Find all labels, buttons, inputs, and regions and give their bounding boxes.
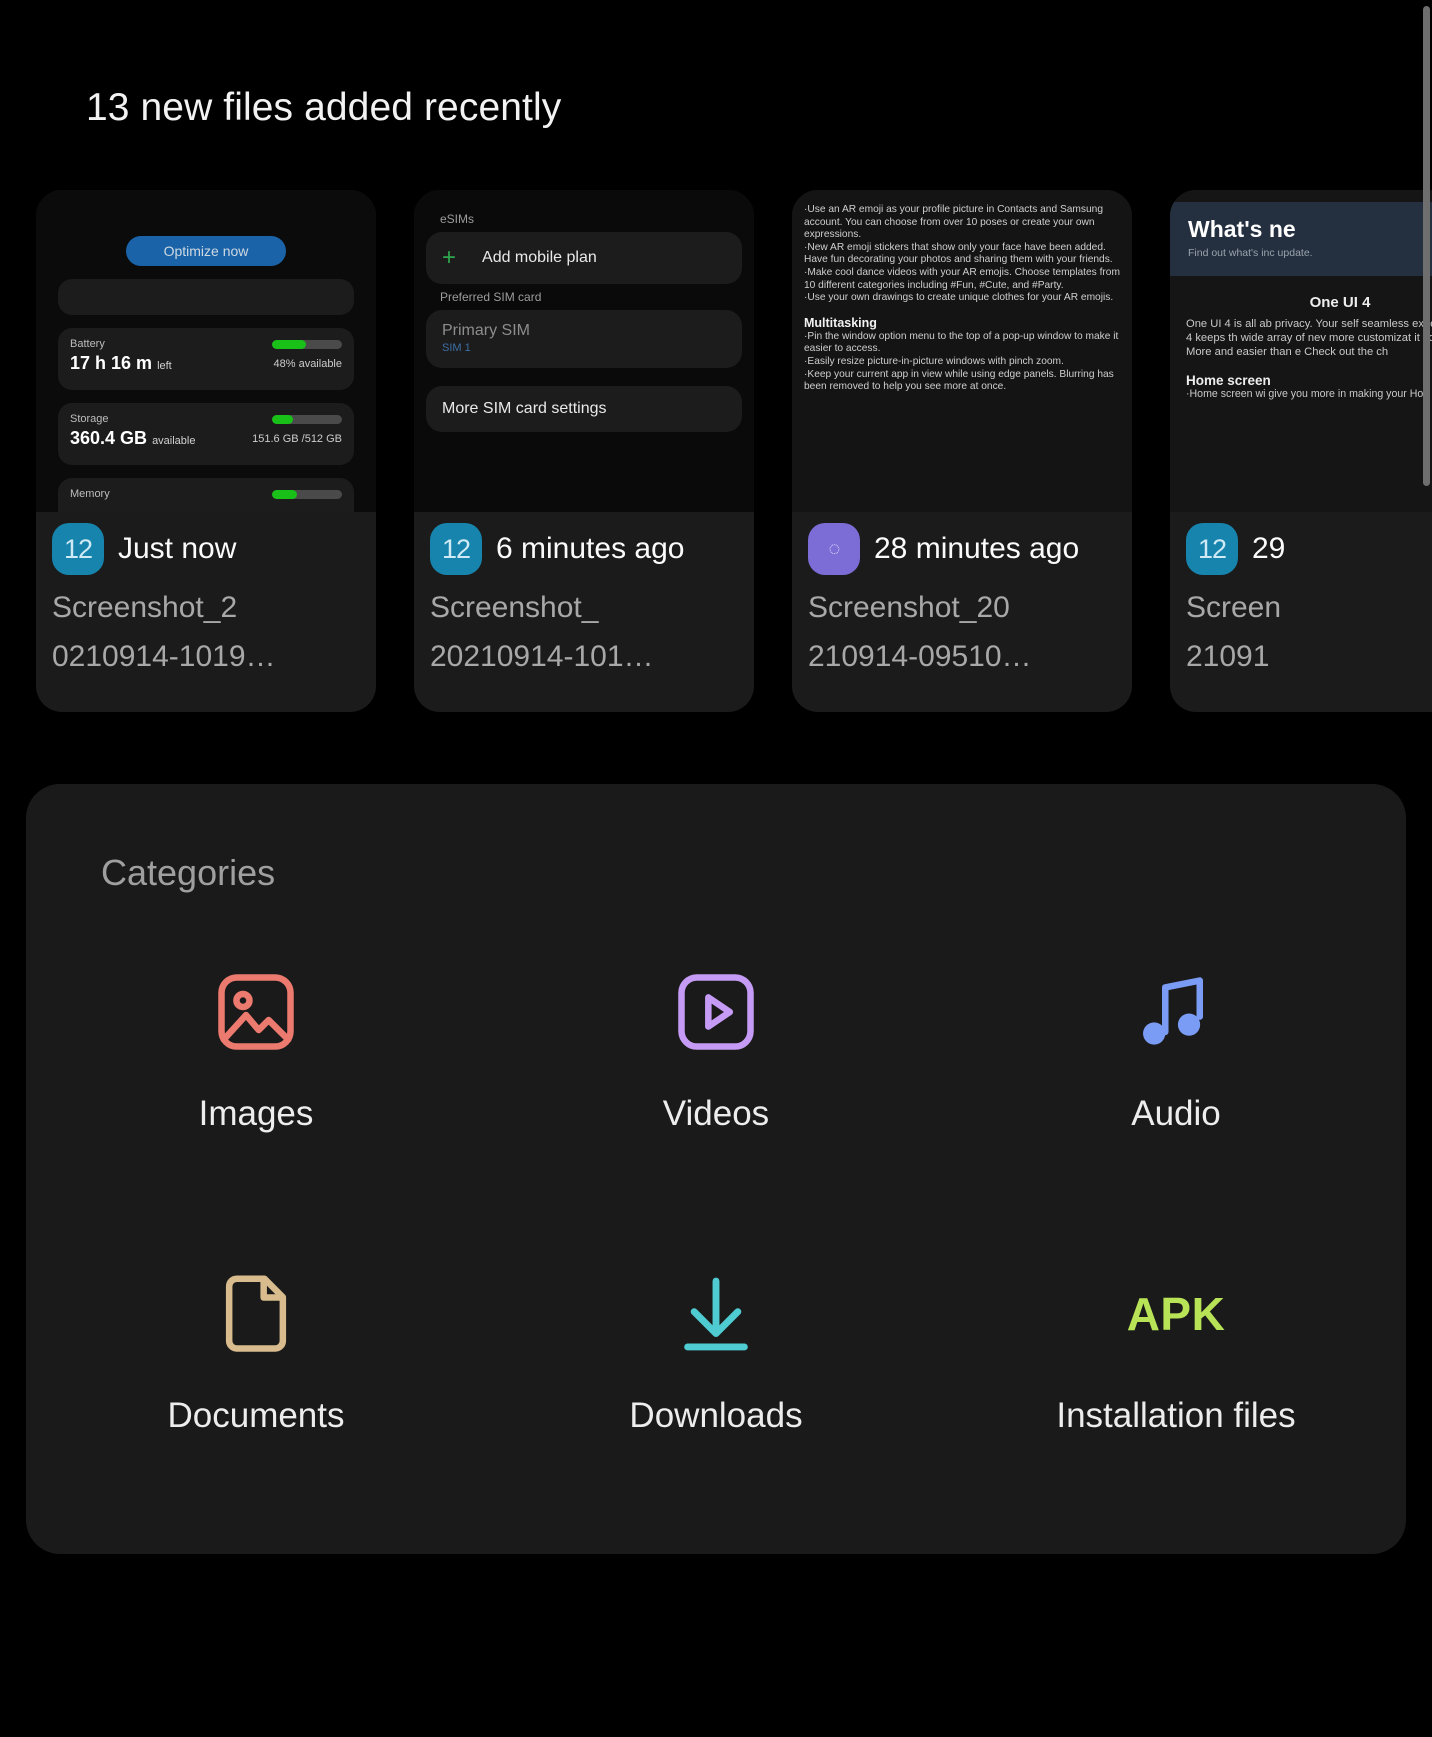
file-timestamp: 28 minutes ago — [874, 532, 1080, 565]
oneui12-app-icon: 12 — [52, 523, 104, 575]
category-label: Installation files — [1056, 1396, 1296, 1435]
whats-new-banner: What's ne Find out what's inc update. — [1170, 202, 1432, 276]
category-label: Videos — [662, 1094, 770, 1133]
primary-sim-row: Primary SIM SIM 1 — [426, 310, 742, 368]
primary-sim-value: SIM 1 — [442, 342, 471, 354]
file-name-line2: 0210914-1019… — [52, 640, 276, 673]
release-note-paragraph: ·Use your own drawings to create unique … — [804, 292, 1114, 304]
release-note-paragraph: ·Use an AR emoji as your profile picture… — [804, 204, 1103, 241]
oneui12-app-icon: 12 — [1186, 523, 1238, 575]
optimize-now-button: Optimize now — [126, 236, 286, 266]
device-care-row-memory: Memory — [58, 478, 354, 512]
category-item-downloads[interactable]: Downloads — [486, 1266, 946, 1436]
device-care-row-top — [58, 279, 354, 315]
multitasking-heading: Multitasking — [804, 315, 877, 330]
battery-bar — [272, 340, 342, 349]
device-care-row-storage: Storage 360.4 GB available 151.6 GB /512… — [58, 403, 354, 465]
recent-file-card[interactable]: What's ne Find out what's inc update. On… — [1170, 190, 1432, 712]
one-ui-4-body: One UI 4 is all ab privacy. Your self se… — [1186, 318, 1432, 358]
category-label: Documents — [167, 1396, 345, 1435]
recent-files-carousel[interactable]: Optimize now Battery 17 h 16 m left 48% … — [0, 190, 1432, 715]
storage-value: 360.4 GB — [70, 428, 148, 448]
file-timestamp: 29 — [1252, 532, 1286, 565]
home-screen-body: ·Home screen wi give you more in making … — [1186, 388, 1427, 400]
file-timestamp: Just now — [118, 532, 237, 565]
whats-new-subtitle: Find out what's inc update. — [1188, 247, 1313, 259]
category-item-installation-files[interactable]: APK Installation files — [946, 1266, 1406, 1436]
release-note-paragraph: ·Easily resize picture-in-picture window… — [804, 355, 1064, 367]
file-meta: ◌ 28 minutes ago Screenshot_20 210914-09… — [808, 523, 1122, 681]
file-meta: 12 Just now Screenshot_2 0210914-1019… — [52, 523, 366, 681]
music-note-icon — [1128, 964, 1224, 1060]
storage-sub: 151.6 GB /512 GB — [252, 433, 342, 445]
file-meta: 12 29 Screen 21091 — [1186, 523, 1432, 681]
file-thumbnail: ·Use an AR emoji as your profile picture… — [792, 190, 1132, 512]
release-note-paragraph: ·Keep your current app in view while usi… — [804, 368, 1114, 393]
primary-sim-label: Primary SIM — [442, 322, 530, 339]
download-arrow-icon — [668, 1266, 764, 1362]
file-timestamp: 6 minutes ago — [496, 532, 685, 565]
image-icon — [208, 964, 304, 1060]
add-mobile-plan-row: + Add mobile plan — [426, 232, 742, 284]
categories-heading: Categories — [101, 852, 276, 893]
file-name-line1: Screenshot_ — [430, 591, 599, 624]
battery-unit: left — [157, 360, 172, 372]
apk-icon: APK — [1126, 1266, 1226, 1362]
storage-bar — [272, 415, 342, 424]
file-name-line2: 21091 — [1186, 640, 1270, 673]
recent-file-card[interactable]: Optimize now Battery 17 h 16 m left 48% … — [36, 190, 376, 712]
device-care-row-battery: Battery 17 h 16 m left 48% available — [58, 328, 354, 390]
categories-grid: Images Videos Audio Documents Downloads … — [26, 964, 1406, 1436]
release-note-paragraph: ·Make cool dance videos with your AR emo… — [804, 266, 1120, 291]
more-sim-settings-label: More SIM card settings — [442, 400, 607, 417]
release-note-paragraph: ·New AR emoji stickers that show only yo… — [804, 241, 1113, 266]
file-thumbnail: What's ne Find out what's inc update. On… — [1170, 190, 1432, 512]
file-thumbnail: eSIMs + Add mobile plan Preferred SIM ca… — [414, 190, 754, 512]
category-label: Audio — [1131, 1094, 1221, 1133]
battery-sub: 48% available — [273, 358, 343, 370]
one-ui-4-heading: One UI 4 — [1309, 294, 1371, 311]
file-name-line1: Screen — [1186, 591, 1282, 624]
whats-new-title: What's ne — [1188, 216, 1296, 242]
files-app-home: 13 new files added recently Optimize now… — [0, 0, 1432, 1737]
more-sim-settings-row: More SIM card settings — [426, 386, 742, 432]
file-name-line2: 210914-09510… — [808, 640, 1032, 673]
storage-unit: available — [152, 435, 196, 447]
oneui12-app-icon: 12 — [430, 523, 482, 575]
plus-icon: + — [442, 244, 457, 271]
preferred-sim-section-label: Preferred SIM card — [440, 290, 542, 304]
home-screen-heading: Home screen — [1186, 373, 1271, 388]
document-icon — [208, 1266, 304, 1362]
category-item-images[interactable]: Images — [26, 964, 486, 1134]
file-name-line1: Screenshot_2 — [52, 591, 238, 624]
release-note-paragraph: ·Pin the window option menu to the top o… — [804, 330, 1119, 355]
recent-file-card[interactable]: eSIMs + Add mobile plan Preferred SIM ca… — [414, 190, 754, 712]
recent-file-card[interactable]: ·Use an AR emoji as your profile picture… — [792, 190, 1132, 712]
add-mobile-plan-label: Add mobile plan — [482, 249, 597, 266]
file-thumbnail: Optimize now Battery 17 h 16 m left 48% … — [36, 190, 376, 512]
categories-panel: Categories Images Videos Audio Documents… — [26, 784, 1406, 1554]
category-item-documents[interactable]: Documents — [26, 1266, 486, 1436]
file-name-line1: Screenshot_20 — [808, 591, 1010, 624]
esims-section-label: eSIMs — [440, 212, 475, 226]
file-name-line2: 20210914-101… — [430, 640, 654, 673]
battery-value: 17 h 16 m — [70, 353, 153, 373]
category-item-audio[interactable]: Audio — [946, 964, 1406, 1134]
ar-emoji-app-icon: ◌ — [808, 523, 860, 575]
vertical-scrollbar[interactable] — [1423, 6, 1430, 486]
category-item-videos[interactable]: Videos — [486, 964, 946, 1134]
video-play-icon — [668, 964, 764, 1060]
apk-glyph: APK — [1126, 1288, 1226, 1340]
file-meta: 12 6 minutes ago Screenshot_ 20210914-10… — [430, 523, 744, 681]
recent-files-heading: 13 new files added recently — [86, 86, 562, 129]
category-label: Images — [198, 1094, 314, 1133]
memory-bar — [272, 490, 342, 499]
category-label: Downloads — [629, 1396, 803, 1435]
